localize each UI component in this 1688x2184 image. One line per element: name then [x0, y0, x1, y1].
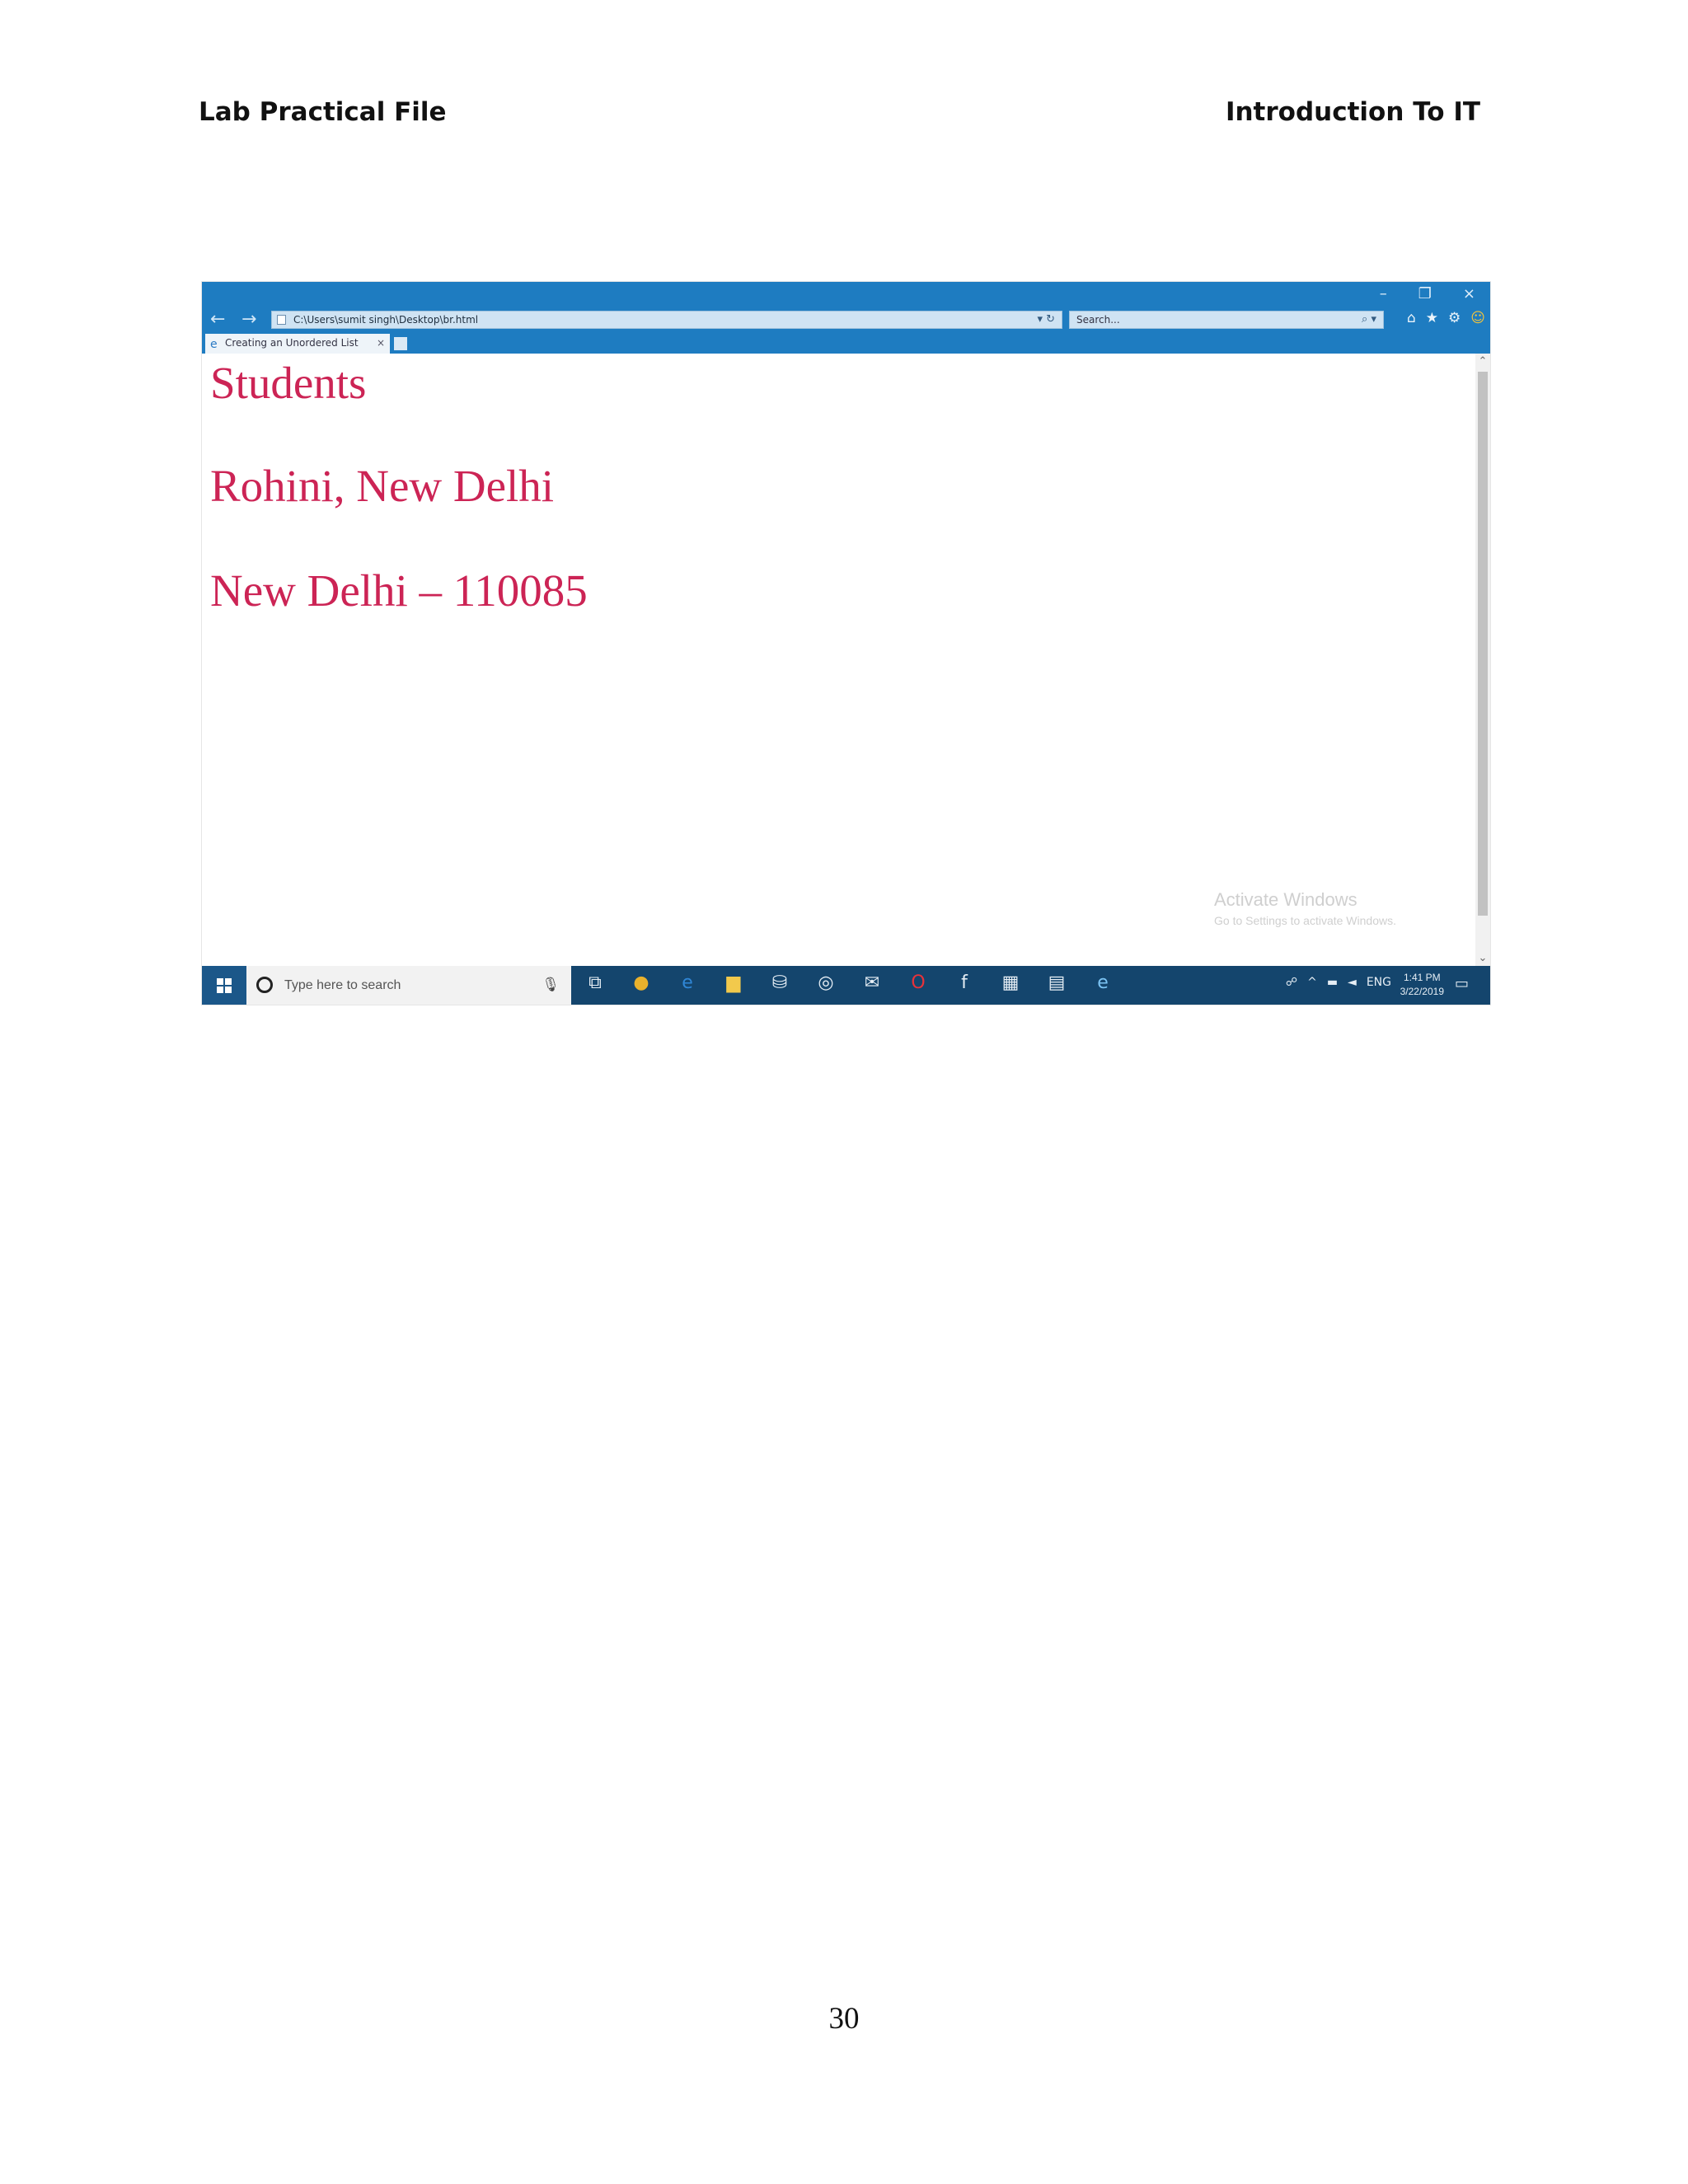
microphone-icon[interactable]: 🎙 — [542, 966, 560, 1005]
forward-arrow-icon[interactable]: → — [241, 309, 256, 330]
volume-icon[interactable]: ◄ — [1348, 976, 1357, 989]
cortana-circle-icon — [256, 977, 273, 993]
scroll-up-icon[interactable]: ⌃ — [1475, 355, 1490, 368]
activate-windows-title: Activate Windows — [1214, 889, 1357, 910]
content-line-students: Students — [210, 358, 367, 408]
feedback-smiley-icon[interactable]: ☺ — [1470, 310, 1485, 326]
browser-navbar: ← → C:\Users\sumit singh\Desktop\br.html… — [202, 307, 1490, 332]
restore-icon[interactable]: ❐ — [1418, 285, 1432, 302]
chrome-icon[interactable]: ● — [627, 972, 655, 993]
opera-icon[interactable]: O — [904, 972, 932, 993]
task-view-icon[interactable]: ⧉ — [581, 972, 609, 993]
chevron-up-icon[interactable]: ^ — [1307, 976, 1317, 989]
browser-screenshot: – ❐ × ← → C:\Users\sumit singh\Desktop\b… — [202, 282, 1490, 1005]
home-icon[interactable]: ⌂ — [1407, 310, 1416, 326]
store-icon[interactable]: ⛁ — [766, 972, 794, 993]
start-button[interactable] — [202, 966, 246, 1005]
refresh-icon[interactable]: ▾ ↻ — [1037, 312, 1055, 328]
tab-bar: e Creating an Unordered List × — [202, 332, 1490, 354]
notification-icon[interactable]: ▭ — [1455, 975, 1469, 992]
facebook-icon[interactable]: f — [950, 972, 978, 993]
network-icon[interactable]: ▬ — [1327, 976, 1338, 989]
taskbar-search-placeholder: Type here to search — [284, 978, 401, 992]
address-text: C:\Users\sumit singh\Desktop\br.html — [293, 314, 479, 326]
file-explorer-icon[interactable]: ▆ — [720, 972, 748, 993]
taskbar-search-box[interactable]: Type here to search 🎙 — [246, 966, 571, 1005]
content-line-pincode: New Delhi – 110085 — [210, 565, 588, 616]
browser-titlebar: – ❐ × — [202, 282, 1490, 307]
toolbar-icons: ⌂ ★ ⚙ ☺ — [1407, 310, 1485, 326]
scrollbar-thumb[interactable] — [1478, 372, 1488, 916]
edge-icon[interactable]: e — [673, 972, 701, 993]
search-icon[interactable]: ⌕ ▾ — [1362, 312, 1376, 328]
minimize-icon[interactable]: – — [1380, 285, 1387, 302]
gear-icon[interactable]: ⚙ — [1448, 310, 1461, 326]
clock-time: 1:41 PM — [1403, 972, 1441, 983]
tab-active[interactable]: e Creating an Unordered List × — [205, 334, 390, 354]
tab-title: Creating an Unordered List — [225, 337, 359, 349]
taskbar-apps: ⧉ ● e ▆ ⛁ ◎ ✉ O f ▦ ▤ e — [581, 972, 1117, 993]
close-icon[interactable]: × — [1463, 285, 1475, 302]
tab-close-icon[interactable]: × — [377, 334, 385, 353]
address-bar[interactable]: C:\Users\sumit singh\Desktop\br.html ▾ ↻ — [271, 311, 1062, 329]
people-icon[interactable]: ☍ — [1286, 976, 1297, 989]
groove-music-icon[interactable]: ◎ — [812, 972, 840, 993]
search-placeholder: Search... — [1076, 314, 1120, 326]
onenote-icon[interactable]: ▤ — [1043, 972, 1071, 993]
content-line-address: Rohini, New Delhi — [210, 461, 555, 511]
back-arrow-icon[interactable]: ← — [210, 309, 225, 330]
vertical-scrollbar[interactable]: ⌃ ⌄ — [1475, 354, 1490, 966]
activate-windows-subtitle: Go to Settings to activate Windows. — [1214, 914, 1396, 927]
language-indicator[interactable]: ENG — [1367, 976, 1391, 989]
system-tray: ☍ ^ ▬ ◄ ENG — [1286, 976, 1391, 989]
clock-date: 3/22/2019 — [1400, 986, 1444, 997]
windows-logo-icon — [217, 977, 232, 993]
page-content: Students Rohini, New Delhi New Delhi – 1… — [202, 354, 1475, 966]
new-tab-button[interactable] — [394, 337, 407, 350]
search-input[interactable]: Search... ⌕ ▾ — [1069, 311, 1384, 329]
scroll-down-icon[interactable]: ⌄ — [1475, 952, 1490, 964]
page-icon — [277, 315, 286, 325]
ie-icon: e — [210, 338, 218, 351]
taskbar-clock[interactable]: 1:41 PM 3/22/2019 — [1400, 971, 1444, 999]
internet-explorer-icon[interactable]: e — [1089, 972, 1117, 993]
header-left-title: Lab Practical File — [199, 97, 447, 127]
header-right-title: Introduction To IT — [1225, 97, 1480, 127]
favorites-star-icon[interactable]: ★ — [1426, 310, 1438, 326]
windows-taskbar: Type here to search 🎙 ⧉ ● e ▆ ⛁ ◎ ✉ O f … — [202, 966, 1490, 1005]
window-controls: – ❐ × — [1380, 285, 1475, 302]
page-number: 30 — [828, 2002, 860, 2036]
mail-icon[interactable]: ✉ — [858, 972, 886, 993]
calculator-icon[interactable]: ▦ — [996, 972, 1025, 993]
